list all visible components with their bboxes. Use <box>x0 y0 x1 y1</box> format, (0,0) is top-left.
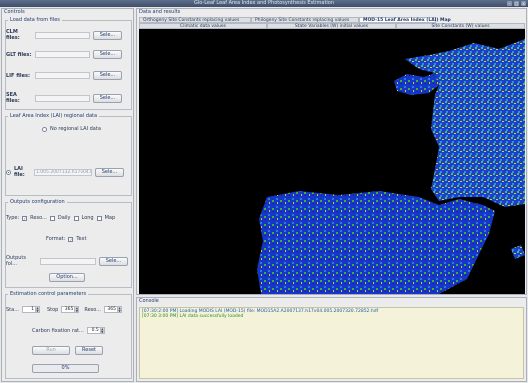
reso-label: Reso... <box>84 306 102 313</box>
sea-field[interactable] <box>35 94 90 102</box>
outputs-folder-select-button[interactable]: Sele... <box>99 256 128 266</box>
results-title: Data and results <box>139 9 181 15</box>
lai-file-radio[interactable] <box>6 169 11 175</box>
lai-select-button[interactable]: Sele... <box>95 167 124 177</box>
load-data-legend: Load data from files <box>10 17 60 23</box>
lai-file-row: LAI file: 1.005.2007132.h17v04.hdf Sele.… <box>6 166 124 178</box>
reset-button[interactable]: Reset <box>75 346 103 355</box>
maximize-icon[interactable]: □ <box>514 1 519 6</box>
spinner-arrows-icon[interactable]: ▲ ▼ <box>118 306 123 313</box>
outputs-legend: Outputs configuration <box>10 199 65 205</box>
spinner-arrows-icon[interactable]: ▲ ▼ <box>75 306 80 313</box>
close-icon[interactable]: × <box>521 1 526 6</box>
clm-field[interactable] <box>35 31 90 39</box>
stop-label: Stop <box>46 306 59 313</box>
lai-map-view[interactable] <box>139 29 525 294</box>
range-row: Sta... 1 ▲ ▼ Stop 365 ▲ ▼ Reso... 365 ▲ ▼ <box>6 306 123 313</box>
progress-text: 0% <box>61 365 70 371</box>
lai-file-field[interactable]: 1.005.2007132.h17v04.hdf <box>34 168 92 176</box>
type-daily-checkbox[interactable] <box>49 215 55 221</box>
lif-label: LIF files: <box>6 72 30 79</box>
clm-label: CLM files: <box>6 29 20 41</box>
window-buttons: – □ × <box>507 1 526 6</box>
format-label: Format: <box>46 236 66 242</box>
console-output[interactable]: [07:30:2:00 PM] Loading MODIS LAI (MOD-1… <box>139 307 524 379</box>
glt-label: GLT files: <box>6 51 32 58</box>
sea-select-button[interactable]: Sele... <box>93 93 122 103</box>
sea-row: SEA files: Sele... <box>6 92 122 104</box>
glt-row: GLT files: Sele... <box>6 50 122 59</box>
console-line: [07:30 3:00 PM] LAI data successfully lo… <box>142 314 244 319</box>
start-value[interactable]: 1 <box>21 306 36 313</box>
type-long-checkbox[interactable] <box>73 215 79 221</box>
glt-select-button[interactable]: Sele... <box>93 50 122 59</box>
no-lai-label: No regional LAI data <box>50 126 101 132</box>
glt-field[interactable] <box>35 51 90 58</box>
reso-spinner[interactable]: 365 ▲ ▼ <box>104 306 123 313</box>
clm-select-button[interactable]: Sele... <box>93 30 122 40</box>
estimation-legend: Estimation control parameters <box>10 291 87 297</box>
type-row: Type: ✓ Reso... Daily Long Map <box>6 215 115 221</box>
controls-panel: Controls Load data from files CLM files:… <box>1 8 134 382</box>
run-button[interactable]: Run <box>32 346 70 355</box>
carbon-row: Carbon fixation rat... 0.5 ▲ ▼ <box>32 327 105 334</box>
reso-value[interactable]: 365 <box>104 306 119 313</box>
window-titlebar: Glo-Leaf Leaf Area Index and Photosynthe… <box>0 0 528 7</box>
start-label: Sta... <box>6 306 19 313</box>
sea-label: SEA files: <box>6 92 20 104</box>
lai-map-image <box>139 29 525 294</box>
start-spinner[interactable]: 1 ▲ ▼ <box>21 306 40 313</box>
minimize-icon[interactable]: – <box>507 1 512 6</box>
format-row: Format: ✓ Text <box>46 236 86 242</box>
lai-file-label: LAI file: <box>14 166 25 178</box>
lai-legend: Leaf Area Index (LAI) regional data <box>10 113 98 119</box>
lif-select-button[interactable]: Sele... <box>93 71 122 80</box>
type-map-label: Map <box>104 215 116 221</box>
lif-row: LIF files: Sele... <box>6 71 122 80</box>
estimation-progress-bar: 0% <box>32 364 99 373</box>
type-map-checkbox[interactable] <box>96 215 102 221</box>
format-text-label: Text <box>76 236 87 242</box>
type-reso-checkbox[interactable]: ✓ <box>22 215 28 221</box>
type-daily-label: Daily <box>57 215 71 221</box>
spinner-arrows-icon[interactable]: ▲ ▼ <box>100 327 105 334</box>
lif-field[interactable] <box>35 72 90 79</box>
stop-value[interactable]: 365 <box>61 306 76 313</box>
type-reso-label: Reso... <box>30 215 47 221</box>
format-text-checkbox[interactable]: ✓ <box>68 236 74 242</box>
outputs-folder-label: Outputs fol... <box>6 255 26 267</box>
results-panel: Data and results Orthogeny Site Constant… <box>136 8 527 295</box>
type-label: Type: <box>6 215 20 221</box>
clm-row: CLM files: Sele... <box>6 29 122 41</box>
carbon-spinner[interactable]: 0.5 ▲ ▼ <box>86 327 105 334</box>
window-title: Glo-Leaf Leaf Area Index and Photosynthe… <box>193 0 335 6</box>
controls-title: Controls <box>4 9 25 15</box>
options-button[interactable]: Option... <box>49 273 85 282</box>
carbon-value[interactable]: 0.5 <box>86 327 101 334</box>
carbon-label: Carbon fixation rat... <box>32 327 84 334</box>
spinner-arrows-icon[interactable]: ▲ ▼ <box>35 306 40 313</box>
no-lai-radio[interactable] <box>42 126 47 132</box>
stop-spinner[interactable]: 365 ▲ ▼ <box>61 306 80 313</box>
outputs-folder-field[interactable] <box>40 257 96 265</box>
console-title: Console <box>139 298 159 304</box>
outputs-folder-row: Outputs fol... Sele... <box>6 255 128 267</box>
no-lai-row: No regional LAI data <box>42 126 101 132</box>
type-long-label: Long <box>81 215 94 221</box>
console-panel: Console [07:30:2:00 PM] Loading MODIS LA… <box>136 297 527 382</box>
